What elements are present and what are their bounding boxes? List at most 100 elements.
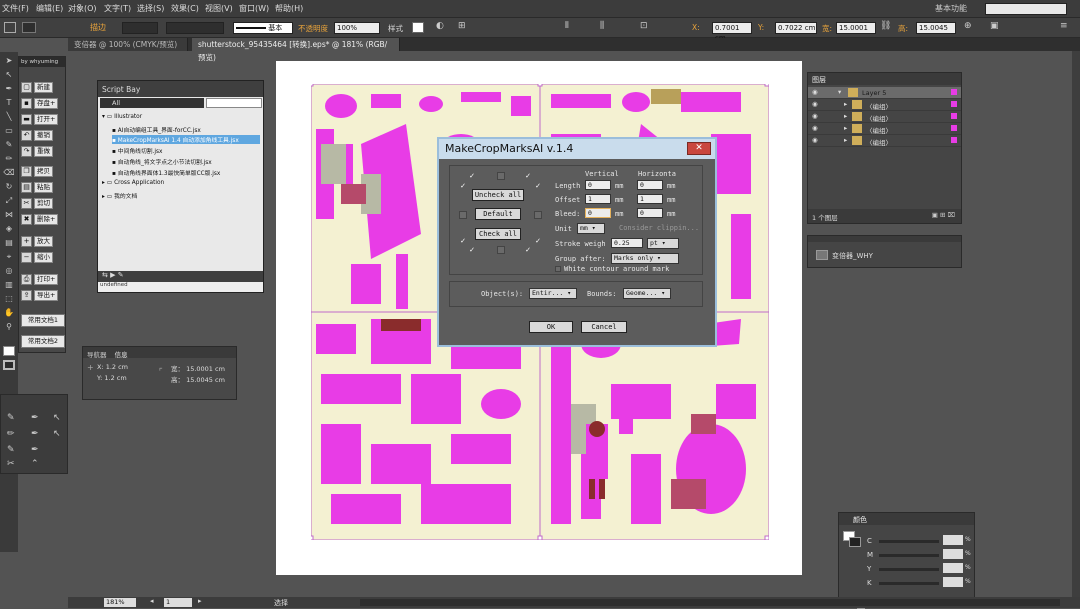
script-filter-select[interactable]: All	[100, 98, 204, 108]
eye-icon[interactable]: ◉	[812, 124, 818, 132]
length-vertical-input[interactable]: 0	[585, 180, 611, 190]
mark-bottom-left-h-check[interactable]: ✓	[459, 237, 467, 245]
new-sublayer-icon[interactable]: ▣	[932, 211, 938, 219]
save-button[interactable]: ▪ 存盘+	[21, 97, 65, 110]
bounds-select[interactable]: Geome... ▾	[623, 288, 671, 299]
rect-tool-icon[interactable]: ▭	[3, 126, 15, 136]
mark-top-right-v-check[interactable]: ✓	[524, 172, 532, 180]
stroke-swatch[interactable]	[849, 537, 861, 547]
stroke-swatch[interactable]	[22, 22, 36, 33]
stroke-weight-field[interactable]	[122, 22, 158, 34]
search-input[interactable]	[985, 3, 1067, 15]
workspace-switcher[interactable]: 基本功能	[935, 3, 967, 14]
eye-icon[interactable]: ◉	[812, 100, 818, 108]
objects-select[interactable]: Entir... ▾	[529, 288, 577, 299]
opacity-field[interactable]: 100%	[334, 22, 380, 34]
eyedropper-icon[interactable]: ⌖	[3, 252, 15, 262]
menu-object[interactable]: 对象(O)	[68, 3, 97, 14]
y-slider[interactable]	[879, 568, 939, 571]
mark-bottom-left-v-check[interactable]: ✓	[468, 246, 476, 254]
width-tool-icon[interactable]: ⋈	[3, 210, 15, 220]
pencil-tool-icon[interactable]: ✏	[3, 154, 15, 164]
mark-top-left-h-check[interactable]: ✓	[459, 182, 467, 190]
mark-top-right-h-check[interactable]: ✓	[534, 182, 542, 190]
zoom-tool-icon[interactable]: ⚲	[3, 322, 15, 332]
menu-view[interactable]: 视图(V)	[205, 3, 233, 14]
open-button[interactable]: ▬ 打开+	[21, 113, 65, 126]
fill-color-box[interactable]	[3, 346, 15, 356]
tab-document-1[interactable]: 变倍器 @ 100% (CMYK/预览)	[68, 38, 188, 51]
isolate-icon[interactable]: ▣	[990, 21, 999, 31]
uncheck-all-button[interactable]: Uncheck all	[472, 189, 524, 201]
redo-button[interactable]: ↷ 重做	[21, 145, 65, 158]
bleed-vertical-input[interactable]: 0	[585, 208, 611, 218]
tree-script-item-selected[interactable]: ▪ MakeCropMarksAI 1.4 自动添加角线工具.jsx	[112, 135, 260, 144]
w-field[interactable]: 15.0001	[836, 22, 876, 34]
m-value-field[interactable]	[943, 549, 963, 559]
gradient-tool-icon[interactable]: ▤	[3, 238, 15, 248]
zoom-in-button[interactable]: + 放大	[21, 235, 65, 248]
menu-type[interactable]: 文字(T)	[104, 3, 131, 14]
mark-top-left-v-check[interactable]: ✓	[468, 172, 476, 180]
vertical-scrollbar[interactable]	[1072, 51, 1080, 597]
bleed-horizontal-input[interactable]: 0	[637, 208, 663, 218]
eraser-tool-icon[interactable]: ⌫	[3, 168, 15, 178]
mark-bottom-right-h-check[interactable]: ✓	[534, 237, 542, 245]
link-icon[interactable]: ⛓	[880, 21, 891, 31]
undo-button[interactable]: ↶ 撤销	[21, 129, 65, 142]
expand-icon[interactable]: ▸	[844, 100, 847, 108]
unit-select[interactable]: mm ▾	[577, 223, 605, 234]
mark-top-center-check[interactable]	[497, 172, 505, 180]
scale-tool-icon[interactable]: ⤢	[3, 196, 15, 206]
transform-icon[interactable]: ⊕	[964, 21, 972, 31]
eye-icon[interactable]: ◉	[812, 88, 818, 96]
group-after-select[interactable]: Marks only ▾	[611, 253, 679, 264]
edit-icon[interactable]: ✎	[118, 271, 124, 279]
close-button[interactable]: ✕	[687, 142, 711, 155]
prev-artboard-icon[interactable]: ◂	[150, 597, 154, 605]
menu-effect[interactable]: 效果(C)	[171, 3, 199, 14]
align-center-icon[interactable]: ⫼	[600, 21, 604, 31]
line-tool-icon[interactable]: ╲	[3, 112, 15, 122]
eye-icon[interactable]: ◉	[812, 112, 818, 120]
print-button[interactable]: ⎙ 打印+	[21, 273, 65, 286]
m-slider[interactable]	[879, 554, 939, 557]
layer-row[interactable]: ◉ ▸ 〈编组〉	[808, 111, 961, 123]
align-left-icon[interactable]: ⫴	[565, 21, 569, 31]
tree-folder-my-documents[interactable]: ▸ ▭ 我的文档	[102, 191, 137, 200]
add-anchor-icon[interactable]: ✒	[31, 429, 39, 439]
delete-layer-icon[interactable]: ⌧	[948, 211, 956, 219]
y-field[interactable]: 0.7022 cm	[775, 22, 817, 34]
type-tool-icon[interactable]: T	[3, 98, 15, 108]
panel-menu-icon[interactable]: ≡	[1060, 21, 1068, 31]
x-field[interactable]: 0.7001 cm	[712, 22, 752, 42]
tree-script-item[interactable]: ▪ AI自动编组工具_界面-forCC.jsx	[112, 125, 201, 134]
export-button[interactable]: ⇪ 导出+	[21, 289, 65, 302]
expand-icon[interactable]: ▾	[838, 88, 841, 96]
menu-select[interactable]: 选择(S)	[137, 3, 164, 14]
tree-script-item[interactable]: ▪ 自动角线界面体1.3最快简单版CC版.jsx	[112, 168, 220, 177]
h-field[interactable]: 15.0045	[916, 22, 956, 34]
opacity-label[interactable]: 不透明度	[298, 23, 328, 34]
ok-button[interactable]: OK	[529, 321, 573, 333]
layer-row[interactable]: ◉ ▸ 〈编组〉	[808, 99, 961, 111]
selection-tool-icon[interactable]: ➤	[3, 56, 15, 66]
layer-row[interactable]: ◉ ▸ 〈编组〉	[808, 123, 961, 135]
brush-tool-icon[interactable]: ✎	[3, 140, 15, 150]
cancel-button[interactable]: Cancel	[581, 321, 627, 333]
delete-anchor-icon[interactable]: ✒	[31, 445, 39, 455]
brush-tool-icon[interactable]: ✎	[7, 445, 15, 455]
mark-bottom-right-v-check[interactable]: ✓	[524, 246, 532, 254]
tree-folder-illustrator[interactable]: ▾ ▭ Illustrator	[102, 114, 142, 120]
artboard-number[interactable]: 1	[164, 598, 192, 607]
blend-tool-icon[interactable]: ◎	[3, 266, 15, 276]
stroke-mode-label[interactable]: 描边	[90, 22, 106, 33]
zoom-out-button[interactable]: − 缩小	[21, 251, 65, 264]
y-value-field[interactable]	[943, 563, 963, 573]
tree-script-item[interactable]: ▪ 自动角线_将文字点之小节法切割.jsx	[112, 157, 212, 166]
k-value-field[interactable]	[943, 577, 963, 587]
cut-button[interactable]: ✂ 剪切	[21, 197, 65, 210]
load-icon[interactable]: ⇆	[102, 271, 108, 279]
scissors-tool-icon[interactable]: ✂	[7, 459, 15, 469]
layer-row[interactable]: ◉ ▾ Layer 5	[808, 87, 961, 99]
